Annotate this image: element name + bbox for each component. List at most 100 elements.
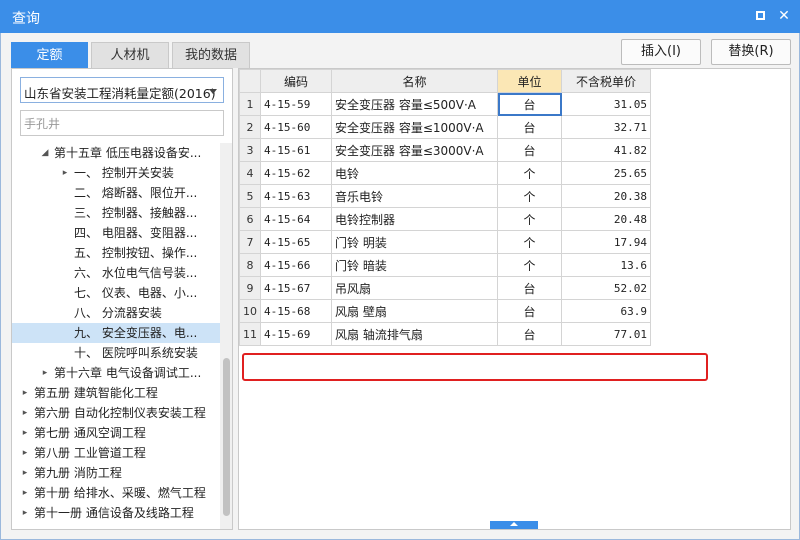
tree-scrollbar[interactable] [220, 143, 232, 529]
unit-cell[interactable]: 个 [497, 161, 562, 185]
tab-quota[interactable]: 定额 [11, 42, 88, 68]
row-number[interactable]: 6 [239, 207, 261, 231]
row-number[interactable]: 1 [239, 92, 261, 116]
tree-expand-icon[interactable]: ▸ [20, 443, 30, 463]
tree-expand-icon[interactable]: ▸ [20, 463, 30, 483]
insert-button[interactable]: 插入(I) [621, 39, 701, 65]
tab-materials[interactable]: 人材机 [91, 42, 169, 68]
tree-item[interactable]: 五、 控制按钮、操作... [12, 243, 220, 263]
tab-my-data[interactable]: 我的数据 [172, 42, 250, 68]
tree-item[interactable]: 八、 分流器安装 [12, 303, 220, 323]
tree-item[interactable]: 二、 熔断器、限位开... [12, 183, 220, 203]
replace-button[interactable]: 替换(R) [711, 39, 791, 65]
tree-item[interactable]: ▸ 第九册 消防工程 [12, 463, 220, 483]
price-cell[interactable]: 20.38 [561, 184, 651, 208]
tree-item[interactable]: 七、 仪表、电器、小... [12, 283, 220, 303]
search-input[interactable] [20, 110, 224, 136]
row-number[interactable]: 11 [239, 322, 261, 346]
tree-item[interactable]: ▸ 第十册 给排水、采暖、燃气工程 [12, 483, 220, 503]
table-row[interactable]: 6 4-15-64 电铃控制器个 20.48 [239, 207, 651, 231]
name-cell[interactable]: 音乐电铃 [331, 184, 498, 208]
unit-cell[interactable]: 个 [497, 230, 562, 254]
code-cell[interactable]: 4-15-67 [260, 276, 332, 300]
tree-expand-icon[interactable]: ▸ [20, 423, 30, 443]
tree-scrollbar-thumb[interactable] [223, 358, 230, 516]
code-cell[interactable]: 4-15-62 [260, 161, 332, 185]
name-cell[interactable]: 风扇 壁扇 [331, 299, 498, 323]
name-cell[interactable]: 吊风扇 [331, 276, 498, 300]
row-number[interactable]: 9 [239, 276, 261, 300]
tree-expand-icon[interactable]: ▸ [20, 383, 30, 403]
price-cell[interactable]: 52.02 [561, 276, 651, 300]
table-row[interactable]: 11 4-15-69 风扇 轴流排气扇台 77.01 [239, 322, 651, 346]
price-cell[interactable]: 13.6 [561, 253, 651, 277]
row-number[interactable]: 7 [239, 230, 261, 254]
row-number[interactable]: 2 [239, 115, 261, 139]
tree-item[interactable]: 三、 控制器、接触器... [12, 203, 220, 223]
unit-cell[interactable]: 台 [497, 322, 562, 346]
name-cell[interactable]: 安全变压器 容量≤500V·A [331, 92, 498, 116]
tree-item[interactable]: ▸ 第八册 工业管道工程 [12, 443, 220, 463]
price-cell[interactable]: 20.48 [561, 207, 651, 231]
quota-library-select[interactable]: 山东省安装工程消耗量定额(2016) [20, 77, 224, 103]
code-cell[interactable]: 4-15-66 [260, 253, 332, 277]
code-cell[interactable]: 4-15-69 [260, 322, 332, 346]
tree-item[interactable]: ▸ 第七册 通风空调工程 [12, 423, 220, 443]
panel-collapse-handle[interactable] [490, 521, 538, 529]
table-row[interactable]: 1 4-15-59 安全变压器 容量≤500V·A 台 31.05 [239, 92, 651, 116]
tree-item[interactable]: 六、 水位电气信号装... [12, 263, 220, 283]
column-header-unit[interactable]: 单位 [497, 69, 562, 93]
code-cell[interactable]: 4-15-68 [260, 299, 332, 323]
column-header-name[interactable]: 名称 [331, 69, 498, 93]
tree-expand-icon[interactable]: ▸ [20, 403, 30, 423]
tree-item[interactable]: 四、 电阻器、变阻器... [12, 223, 220, 243]
row-number[interactable]: 8 [239, 253, 261, 277]
tree-item[interactable]: 九、 安全变压器、电... [12, 323, 220, 343]
name-cell[interactable]: 门铃 明装 [331, 230, 498, 254]
tree-expand-icon[interactable]: ▸ [60, 163, 70, 183]
name-cell[interactable]: 门铃 暗装 [331, 253, 498, 277]
code-cell[interactable]: 4-15-60 [260, 115, 332, 139]
unit-cell[interactable]: 个 [497, 207, 562, 231]
table-row[interactable]: 8 4-15-66 门铃 暗装个 13.6 [239, 253, 651, 277]
tree-expand-icon[interactable]: ▸ [20, 483, 30, 503]
price-cell[interactable]: 63.9 [561, 299, 651, 323]
table-row[interactable]: 2 4-15-60 安全变压器 容量≤1000V·A 台 32.71 [239, 115, 651, 139]
unit-cell[interactable]: 台 [497, 138, 562, 162]
name-cell[interactable]: 安全变压器 容量≤1000V·A [331, 115, 498, 139]
chevron-down-icon[interactable] [209, 89, 217, 94]
price-cell[interactable]: 41.82 [561, 138, 651, 162]
table-row[interactable]: 3 4-15-61 安全变压器 容量≤3000V·A 台 41.82 [239, 138, 651, 162]
unit-cell[interactable]: 台 [497, 276, 562, 300]
column-header-code[interactable]: 编码 [260, 69, 332, 93]
table-row[interactable]: 10 4-15-68 风扇 壁扇台 63.9 [239, 299, 651, 323]
price-cell[interactable]: 32.71 [561, 115, 651, 139]
tree-item[interactable]: ▸ 第五册 建筑智能化工程 [12, 383, 220, 403]
row-number[interactable]: 4 [239, 161, 261, 185]
maximize-icon[interactable] [750, 6, 770, 26]
close-icon[interactable]: ✕ [774, 6, 794, 26]
name-cell[interactable]: 电铃 [331, 161, 498, 185]
table-row[interactable]: 9 4-15-67 吊风扇台 52.02 [239, 276, 651, 300]
table-row[interactable]: 7 4-15-65 门铃 明装个 17.94 [239, 230, 651, 254]
price-cell[interactable]: 25.65 [561, 161, 651, 185]
unit-cell[interactable]: 台 [497, 92, 562, 116]
code-cell[interactable]: 4-15-64 [260, 207, 332, 231]
code-cell[interactable]: 4-15-65 [260, 230, 332, 254]
tree-expand-icon[interactable]: ▸ [40, 363, 50, 383]
unit-cell[interactable]: 个 [497, 184, 562, 208]
name-cell[interactable]: 电铃控制器 [331, 207, 498, 231]
row-number[interactable]: 10 [239, 299, 261, 323]
tree-item[interactable]: ◢ 第十五章 低压电器设备安... [12, 143, 220, 163]
tree-item[interactable]: ▸ 第十六章 电气设备调试工... [12, 363, 220, 383]
tree-item[interactable]: ▸ 第十一册 通信设备及线路工程 [12, 503, 220, 523]
row-number[interactable]: 5 [239, 184, 261, 208]
price-cell[interactable]: 17.94 [561, 230, 651, 254]
code-cell[interactable]: 4-15-63 [260, 184, 332, 208]
name-cell[interactable]: 风扇 轴流排气扇 [331, 322, 498, 346]
price-cell[interactable]: 77.01 [561, 322, 651, 346]
unit-cell[interactable]: 台 [497, 115, 562, 139]
table-row[interactable]: 4 4-15-62 电铃个 25.65 [239, 161, 651, 185]
code-cell[interactable]: 4-15-59 [260, 92, 332, 116]
tree-item[interactable]: ▸ 第六册 自动化控制仪表安装工程 [12, 403, 220, 423]
